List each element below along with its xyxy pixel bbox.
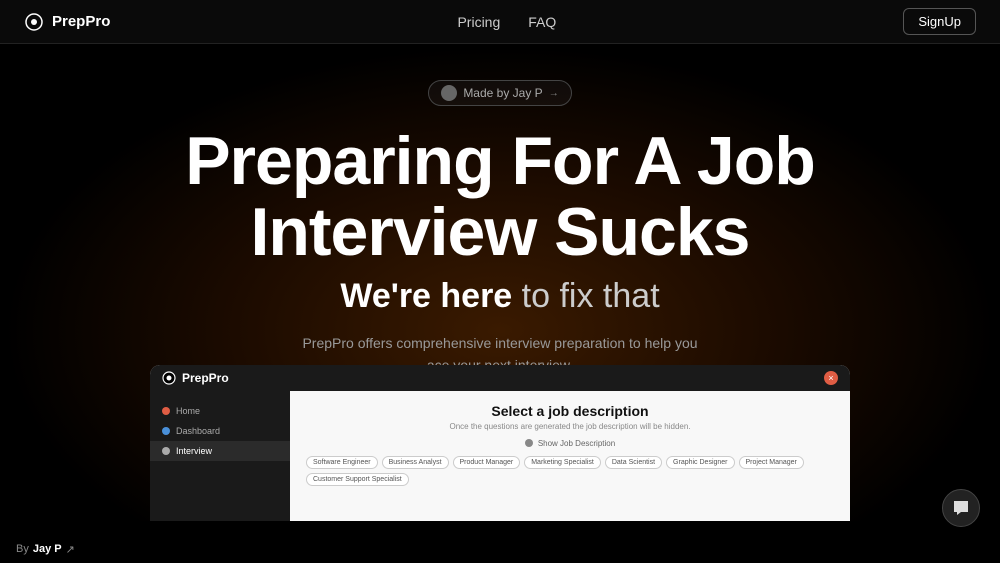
preview-main-sub: Once the questions are generated the job… [306,422,834,431]
navbar: PrepPro Pricing FAQ SignUp [0,0,1000,44]
subtitle-here: We're here [340,277,512,315]
made-by-badge[interactable]: Made by Jay P → [428,80,571,106]
nav-pricing-link[interactable]: Pricing [457,14,500,30]
bottom-bar: By Jay P ↗ [0,535,1000,563]
tag-1[interactable]: Business Analyst [382,456,449,469]
hero-section: Made by Jay P → Preparing For A Job Inte… [0,44,1000,521]
preview-body: Home Dashboard Interview Select a job de… [150,391,850,521]
tag-5[interactable]: Graphic Designer [666,456,734,469]
sidebar-interview-label: Interview [176,446,212,456]
preview-main-title: Select a job description [306,403,834,419]
preview-titlebar: PrepPro × [150,365,850,391]
toggle-icon [525,439,533,447]
tag-0[interactable]: Software Engineer [306,456,378,469]
nav-links: Pricing FAQ [457,14,556,30]
preview-sidebar: Home Dashboard Interview [150,391,290,521]
sidebar-item-home[interactable]: Home [150,401,290,421]
toggle-label: Show Job Description [538,439,615,448]
signup-button[interactable]: SignUp [903,8,976,35]
by-attribution: By Jay P ↗ [16,543,75,556]
preview-window: PrepPro × Home Dashboard [150,365,850,521]
tag-7[interactable]: Customer Support Specialist [306,473,409,486]
tag-3[interactable]: Marketing Specialist [524,456,601,469]
hero-subtitle: We're here to fix that [0,277,1000,316]
home-icon [162,407,170,415]
sidebar-dashboard-label: Dashboard [176,426,220,436]
subtitle-rest: to fix that [512,277,659,315]
preview-main-content: Select a job description Once the questi… [290,391,850,521]
author-name: Jay P [33,543,62,555]
preview-logo-text: PrepPro [182,371,229,385]
chat-button[interactable] [942,489,980,527]
nav-logo[interactable]: PrepPro [24,12,110,32]
dashboard-icon [162,427,170,435]
tag-4[interactable]: Data Scientist [605,456,662,469]
preview-toggle[interactable]: Show Job Description [306,439,834,448]
nav-faq-link[interactable]: FAQ [528,14,556,30]
hero-title-line2: Interview Sucks [0,197,1000,268]
preview-logo: PrepPro [162,371,229,385]
external-link-icon[interactable]: ↗ [66,543,75,556]
preview-close-btn[interactable]: × [824,371,838,385]
logo-icon [24,12,44,32]
sidebar-item-dashboard[interactable]: Dashboard [150,421,290,441]
logo-text: PrepPro [52,13,110,30]
sidebar-home-label: Home [176,406,200,416]
by-label: By [16,543,29,555]
preview-tags: Software Engineer Business Analyst Produ… [306,456,834,486]
badge-arrow: → [549,88,559,99]
tag-6[interactable]: Project Manager [739,456,804,469]
interview-icon [162,447,170,455]
app-preview: PrepPro × Home Dashboard [0,361,1000,521]
badge-avatar [441,85,457,101]
hero-title: Preparing For A Job Interview Sucks [0,126,1000,269]
sidebar-item-interview[interactable]: Interview [150,441,290,461]
made-by-text: Made by Jay P [463,86,542,100]
tag-2[interactable]: Product Manager [453,456,521,469]
hero-title-line1: Preparing For A Job [0,126,1000,197]
